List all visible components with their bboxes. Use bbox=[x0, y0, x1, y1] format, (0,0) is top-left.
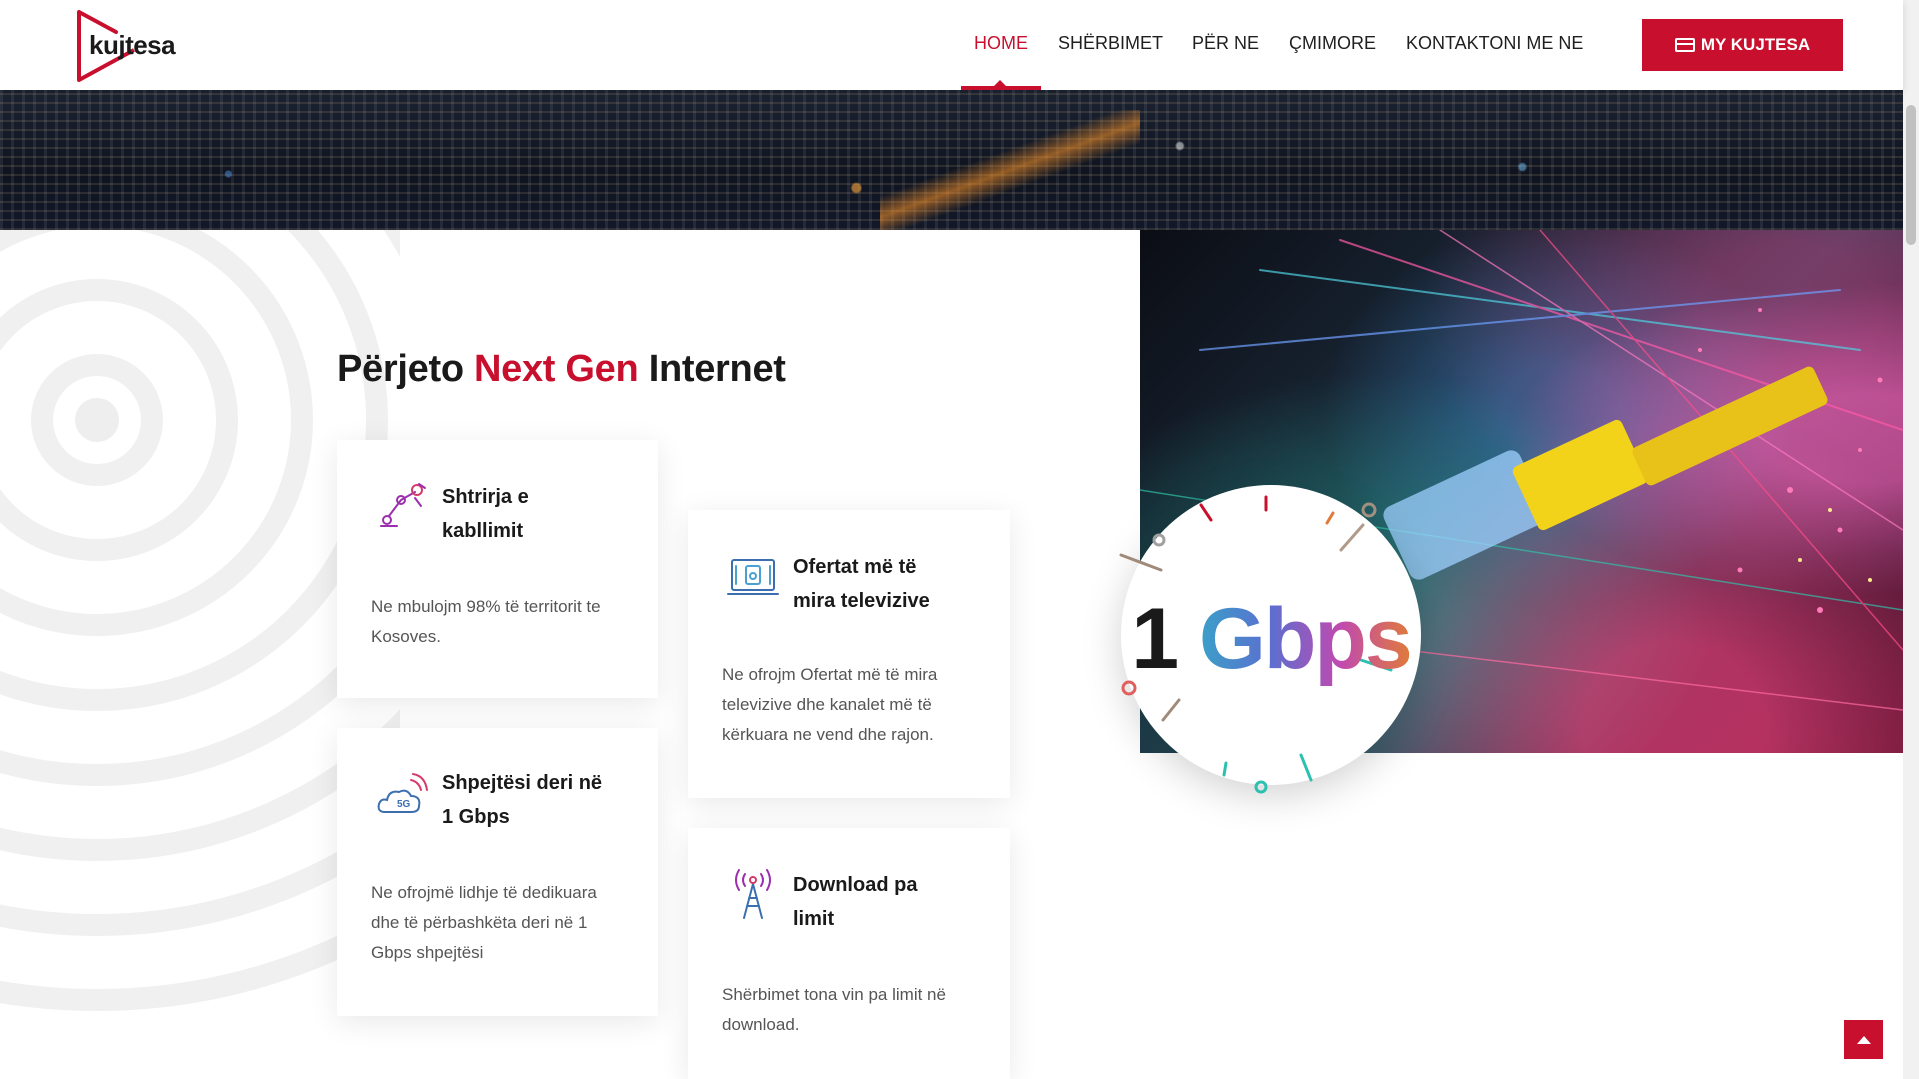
card-text: Shërbimet tona vin pa limit në bbox=[722, 985, 946, 1004]
feature-card-cabling: Shtrirja e kabllimit Ne mbulojm 98% të t… bbox=[337, 440, 658, 698]
card-title: Shpejtësi deri në bbox=[442, 772, 603, 794]
card-text: Gbps shpejtësi bbox=[371, 943, 484, 962]
card-title: Download pa bbox=[793, 874, 918, 896]
card-text: Kosoves. bbox=[371, 627, 441, 646]
tv-laptop-icon bbox=[727, 559, 779, 595]
nav-item-sherbimet[interactable]: SHËRBIMET bbox=[1058, 33, 1163, 54]
nav-item-cmimore[interactable]: ÇMIMORE bbox=[1289, 33, 1376, 54]
headline-highlight: Next Gen bbox=[474, 348, 639, 390]
site-header: kujtesa HOME SHËRBIMET PËR NE ÇMIMORE KO… bbox=[0, 0, 1903, 90]
card-title: Ofertat më të bbox=[793, 556, 917, 578]
feature-card-speed: 5G Shpejtësi deri në 1 Gbps Ne ofrojmë l… bbox=[337, 728, 658, 1016]
card-text: Ne ofrojmë lidhje të dedikuara bbox=[371, 883, 597, 902]
card-title: limit bbox=[793, 908, 835, 930]
card-title: kabllimit bbox=[442, 520, 524, 542]
card-text: Ne mbulojm 98% të territorit te bbox=[371, 597, 601, 616]
5g-cloud-icon: 5G bbox=[377, 773, 428, 813]
antenna-tower-icon bbox=[735, 869, 771, 919]
city-night-banner bbox=[0, 90, 1903, 230]
my-kujtesa-button[interactable]: MY KUJTESA bbox=[1642, 19, 1843, 71]
my-kujtesa-label: MY KUJTESA bbox=[1700, 35, 1811, 54]
scrollbar-thumb[interactable] bbox=[1906, 105, 1916, 245]
headline-post: Internet bbox=[648, 348, 786, 390]
chevron-up-icon bbox=[1856, 1035, 1871, 1044]
svg-text:5G: 5G bbox=[397, 799, 411, 810]
page: kujtesa HOME SHËRBIMET PËR NE ÇMIMORE KO… bbox=[0, 0, 1919, 1079]
card-title: 1 Gbps bbox=[442, 806, 510, 828]
section-headline: Përjeto Next Gen Internet bbox=[337, 348, 786, 391]
nav-item-per-ne[interactable]: PËR NE bbox=[1192, 33, 1259, 54]
logo-text: kujtesa bbox=[89, 30, 176, 60]
badge-number: 1 bbox=[1131, 591, 1179, 687]
card-text: download. bbox=[722, 1015, 800, 1034]
card-text: Ne ofrojm Ofertat më të mira bbox=[722, 665, 938, 684]
card-text: kërkuara ne vend dhe rajon. bbox=[722, 725, 934, 744]
back-to-top-button[interactable] bbox=[1844, 1020, 1883, 1059]
card-text: televizive dhe kanalet më të bbox=[722, 695, 932, 714]
card-title: mira televizive bbox=[793, 590, 930, 612]
cable-robot-arm-icon bbox=[380, 483, 426, 527]
nav-item-home[interactable]: HOME bbox=[974, 33, 1028, 54]
badge-unit: Gbps bbox=[1198, 591, 1413, 687]
feature-card-tv: Ofertat më të mira televizive Ne ofrojm … bbox=[688, 510, 1010, 798]
active-nav-underline bbox=[961, 86, 1041, 90]
nav-item-kontaktoni[interactable]: KONTAKTONI ME NE bbox=[1406, 33, 1583, 54]
card-text: dhe të përbashkëta deri në 1 bbox=[371, 913, 588, 932]
speed-badge-label: 1 Gbps bbox=[1121, 590, 1421, 689]
card-title: Shtrirja e bbox=[442, 486, 529, 508]
headline-pre: Përjeto bbox=[337, 348, 464, 390]
card-icon bbox=[1674, 38, 1695, 52]
speed-badge: 1 Gbps bbox=[1119, 485, 1421, 794]
feature-card-download: Download pa limit Shërbimet tona vin pa … bbox=[688, 828, 1010, 1079]
